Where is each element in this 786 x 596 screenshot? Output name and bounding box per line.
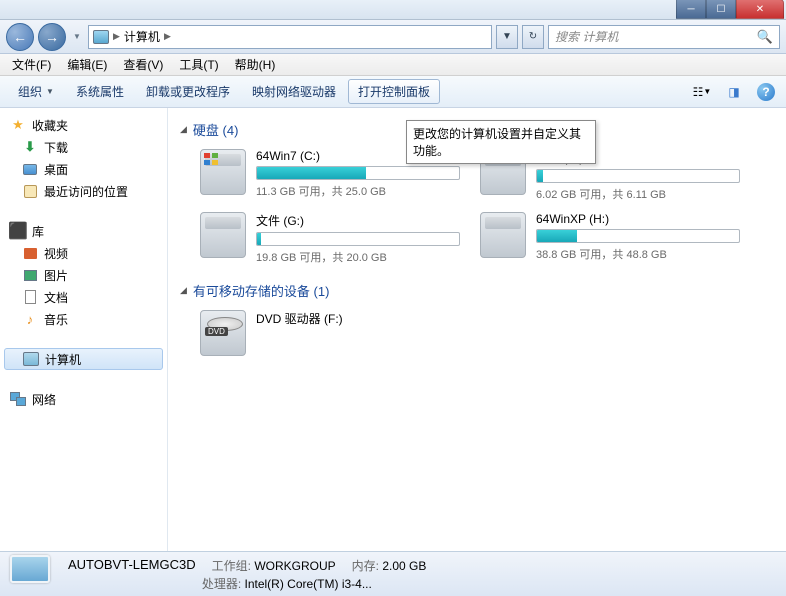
picture-icon [22,267,38,283]
help-button[interactable]: ? [754,80,778,104]
computer-icon [23,351,39,367]
menu-edit[interactable]: 编辑(E) [59,54,115,75]
preview-pane-button[interactable]: ◨ [722,80,746,104]
sidebar-libraries[interactable]: ⬛库 [0,220,167,242]
menu-bar: 文件(F) 编辑(E) 查看(V) 工具(T) 帮助(H) [0,54,786,76]
drive-name: 64WinXP (H:) [536,212,740,226]
capacity-bar [256,166,460,180]
hard-drive-icon [480,212,526,258]
computer-large-icon [10,555,56,593]
sidebar-recent[interactable]: 最近访问的位置 [0,180,167,202]
address-dropdown[interactable]: ▼ [496,25,518,49]
drive-item[interactable]: 64WinXP (H:) 38.8 GB 可用，共 48.8 GB [480,212,740,265]
chevron-down-icon: ▼ [46,87,54,96]
navigation-pane: ★收藏夹 ⬇下载 桌面 最近访问的位置 ⬛库 视频 图片 文档 ♪音乐 计算机 … [0,108,168,551]
help-icon: ? [757,83,775,101]
history-dropdown[interactable]: ▼ [70,23,84,51]
menu-help[interactable]: 帮助(H) [227,54,284,75]
back-button[interactable]: ← [6,23,34,51]
system-properties-button[interactable]: 系统属性 [66,79,134,104]
drive-stats: 6.02 GB 可用，共 6.11 GB [536,186,740,202]
library-icon: ⬛ [10,223,26,239]
uninstall-programs-button[interactable]: 卸载或更改程序 [136,79,240,104]
video-icon [22,245,38,261]
drive-stats: 19.8 GB 可用，共 20.0 GB [256,249,460,265]
removable-list: DVD 驱动器 (F:) [200,310,774,356]
sidebar-videos[interactable]: 视频 [0,242,167,264]
dvd-drive-icon [200,310,246,356]
collapse-icon: ◢ [180,285,187,296]
command-toolbar: 组织 ▼ 系统属性 卸载或更改程序 映射网络驱动器 打开控制面板 ☷ ▼ ◨ ? [0,76,786,108]
recent-icon [22,183,38,199]
sidebar-computer[interactable]: 计算机 [4,348,163,370]
menu-tools[interactable]: 工具(T) [171,54,226,75]
download-icon: ⬇ [22,139,38,155]
main-content: ★收藏夹 ⬇下载 桌面 最近访问的位置 ⬛库 视频 图片 文档 ♪音乐 计算机 … [0,108,786,551]
sidebar-network[interactable]: 网络 [0,388,167,410]
status-computer-name: AUTOBVT-LEMGC3D [68,557,196,574]
drives-list: 64Win7 (C:)11.3 GB 可用，共 25.0 GB软件 (D:)6.… [200,149,774,265]
sidebar-desktop[interactable]: 桌面 [0,158,167,180]
menu-file[interactable]: 文件(F) [4,54,59,75]
maximize-button[interactable]: ☐ [706,0,736,19]
drive-item-dvd[interactable]: DVD 驱动器 (F:) [200,310,460,356]
status-cpu: Intel(R) Core(TM) i3-4... [245,577,372,591]
tooltip: 更改您的计算机设置并自定义其功能。 [406,120,596,164]
chevron-right-icon[interactable]: ▶ [164,31,171,42]
chevron-right-icon: ▶ [113,31,120,42]
close-button[interactable]: ✕ [736,0,784,19]
details-pane: AUTOBVT-LEMGC3D 工作组: WORKGROUP 内存: 2.00 … [0,551,786,596]
forward-button[interactable]: → [38,23,66,51]
window-controls: ─ ☐ ✕ [676,0,784,19]
open-control-panel-button[interactable]: 打开控制面板 [348,79,440,104]
sidebar-favorites[interactable]: ★收藏夹 [0,114,167,136]
drive-item[interactable]: 文件 (G:) 19.8 GB 可用，共 20.0 GB [200,212,460,265]
search-icon: 🔍 [757,29,773,45]
window-titlebar: ─ ☐ ✕ [0,0,786,20]
menu-view[interactable]: 查看(V) [115,54,171,75]
refresh-button[interactable]: ↻ [522,25,544,49]
document-icon [22,289,38,305]
hard-drive-icon [200,149,246,195]
view-mode-button[interactable]: ☷ ▼ [690,80,714,104]
minimize-button[interactable]: ─ [676,0,706,19]
section-header-removable[interactable]: ◢ 有可移动存储的设备 (1) [180,281,774,300]
search-input[interactable]: 搜索 计算机 🔍 [548,25,780,49]
network-icon [10,391,26,407]
music-icon: ♪ [22,311,38,327]
navigation-bar: ← → ▼ ▶ 计算机 ▶ ▼ ↻ 搜索 计算机 🔍 [0,20,786,54]
system-icon [12,2,28,18]
sidebar-downloads[interactable]: ⬇下载 [0,136,167,158]
toolbar-right: ☷ ▼ ◨ ? [690,80,778,104]
map-network-drive-button[interactable]: 映射网络驱动器 [242,79,346,104]
search-placeholder: 搜索 计算机 [555,28,618,45]
status-memory: 2.00 GB [382,559,426,573]
capacity-bar [536,229,740,243]
status-workgroup: WORKGROUP [254,559,335,573]
address-text: 计算机 [124,28,160,45]
drive-name: DVD 驱动器 (F:) [256,310,460,327]
computer-icon [93,30,109,44]
collapse-icon: ◢ [180,124,187,135]
capacity-bar [256,232,460,246]
sidebar-documents[interactable]: 文档 [0,286,167,308]
drive-name: 文件 (G:) [256,212,460,229]
sidebar-music[interactable]: ♪音乐 [0,308,167,330]
address-bar[interactable]: ▶ 计算机 ▶ [88,25,492,49]
drive-stats: 11.3 GB 可用，共 25.0 GB [256,183,460,199]
content-pane: ◢ 硬盘 (4) 64Win7 (C:)11.3 GB 可用，共 25.0 GB… [168,108,786,551]
desktop-icon [22,161,38,177]
capacity-bar [536,169,740,183]
drive-stats: 38.8 GB 可用，共 48.8 GB [536,246,740,262]
star-icon: ★ [10,117,26,133]
hard-drive-icon [200,212,246,258]
sidebar-pictures[interactable]: 图片 [0,264,167,286]
organize-button[interactable]: 组织 ▼ [8,79,64,104]
